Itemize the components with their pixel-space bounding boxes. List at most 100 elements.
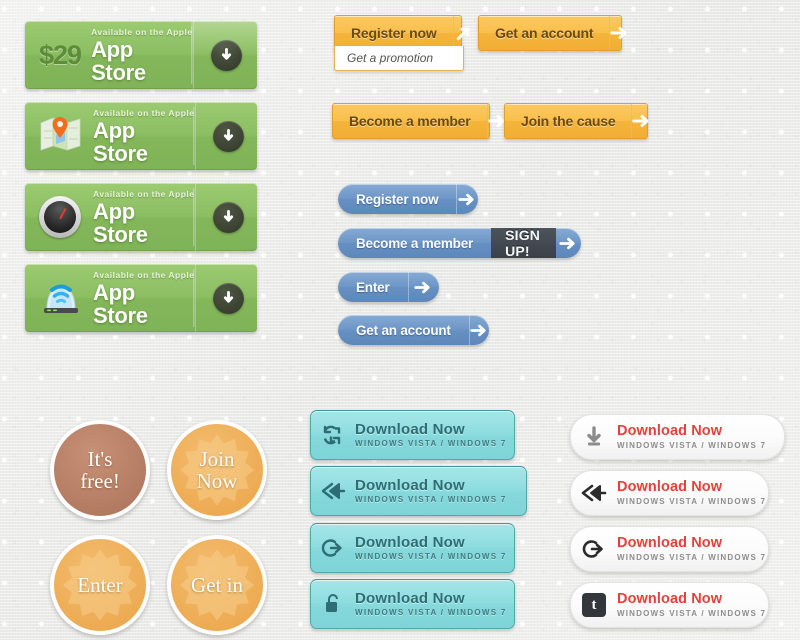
cyan-subtitle: WINDOWS VISTA / WINDOWS 7 xyxy=(355,608,507,617)
exit-arrow-icon xyxy=(311,537,355,559)
arrow-right-icon[interactable] xyxy=(556,228,581,258)
download-arrow-icon[interactable] xyxy=(213,201,245,233)
orange-button-get-an-account[interactable]: Get an account xyxy=(478,15,627,51)
appstore-title: App Store xyxy=(91,36,146,85)
double-arrow-left-icon xyxy=(571,482,617,504)
white-subtitle: WINDOWS VISTA / WINDOWS 7 xyxy=(617,609,767,618)
white-download-button-exit[interactable]: Download Now WINDOWS VISTA / WINDOWS 7 xyxy=(570,526,769,572)
badge-get-in[interactable]: Get in xyxy=(167,535,267,635)
badge-join-now[interactable]: Join Now xyxy=(167,420,267,520)
appstore-title: App Store xyxy=(93,279,148,328)
blue-button-enter[interactable]: Enter xyxy=(338,272,439,302)
white-title: Download Now xyxy=(617,479,723,495)
appstore-content: $29 Available on the Apple App Store xyxy=(25,21,193,89)
appstore-superline: Available on the Apple xyxy=(93,269,195,280)
appstore-superline: Available on the Apple xyxy=(93,107,195,118)
signup-badge[interactable]: SIGN UP! xyxy=(491,228,556,258)
white-download-button-rewind[interactable]: Download Now WINDOWS VISTA / WINDOWS 7 xyxy=(570,470,769,516)
white-title: Download Now xyxy=(617,591,723,607)
tumblr-icon: t xyxy=(571,593,617,617)
orange-button-label: Register now xyxy=(351,25,437,41)
badge-text: Join Now xyxy=(196,447,238,493)
orange-button-label: Become a member xyxy=(349,113,471,129)
blue-button-label: Enter xyxy=(356,279,390,295)
orange-button-become-a-member[interactable]: Become a member xyxy=(332,103,504,139)
badge-text: Get in xyxy=(191,573,243,597)
cyan-title: Download Now xyxy=(355,534,465,551)
appstore-content: Available on the Apple App Store xyxy=(25,183,195,251)
download-arrow-icon[interactable] xyxy=(213,282,245,314)
appstore-text: Available on the Apple App Store xyxy=(91,27,193,84)
arrow-right-icon[interactable] xyxy=(469,315,489,345)
cyan-subtitle: WINDOWS VISTA / WINDOWS 7 xyxy=(355,552,507,561)
appstore-text: Available on the Apple App Store xyxy=(93,270,195,327)
appstore-title: App Store xyxy=(93,117,148,166)
badge-text: Enter xyxy=(77,573,123,597)
speedometer-icon xyxy=(39,194,85,240)
white-download-button-tumblr[interactable]: t Download Now WINDOWS VISTA / WINDOWS 7 xyxy=(570,582,769,628)
badge-its-free[interactable]: It's free! xyxy=(50,420,150,520)
button-showcase-canvas: $29 Available on the Apple App Store Ava… xyxy=(0,0,800,640)
unlock-padlock-icon xyxy=(311,593,355,615)
arrow-right-icon[interactable] xyxy=(408,272,439,302)
cyan-subtitle: WINDOWS VISTA / WINDOWS 7 xyxy=(355,495,507,504)
cyan-title: Download Now xyxy=(355,421,465,438)
orange-dropdown-get-a-promotion[interactable]: Get a promotion xyxy=(334,46,464,71)
cyan-download-button-exit[interactable]: Download Now WINDOWS VISTA / WINDOWS 7 xyxy=(310,523,515,573)
cyan-text: Download Now WINDOWS VISTA / WINDOWS 7 xyxy=(355,534,507,562)
blue-button-label: Become a member xyxy=(356,235,474,251)
badge-enter[interactable]: Enter xyxy=(50,535,150,635)
appstore-download-area[interactable] xyxy=(194,183,262,251)
blue-button-label: Register now xyxy=(356,191,439,207)
download-arrow-icon[interactable] xyxy=(211,39,243,71)
appstore-button-map[interactable]: Available on the Apple App Store xyxy=(25,102,257,170)
appstore-title: App Store xyxy=(93,198,148,247)
appstore-download-area[interactable] xyxy=(194,264,262,332)
arrow-right-icon[interactable] xyxy=(610,16,630,50)
appstore-download-area[interactable] xyxy=(194,102,262,170)
sync-arrows-icon xyxy=(311,424,355,446)
orange-button-join-the-cause[interactable]: Join the cause xyxy=(504,103,649,139)
cyan-download-button-unlock[interactable]: Download Now WINDOWS VISTA / WINDOWS 7 xyxy=(310,579,515,629)
blue-button-label: Get an account xyxy=(356,322,451,338)
appstore-button-speed[interactable]: Available on the Apple App Store xyxy=(25,183,257,251)
white-text: Download Now WINDOWS VISTA / WINDOWS 7 xyxy=(617,423,766,451)
appstore-content: Available on the Apple App Store xyxy=(25,264,195,332)
arrow-right-icon[interactable] xyxy=(632,104,652,138)
appstore-superline: Available on the Apple xyxy=(91,26,193,37)
white-download-button-download[interactable]: Download Now WINDOWS VISTA / WINDOWS 7 xyxy=(570,414,785,460)
appstore-button-wifi[interactable]: Available on the Apple App Store xyxy=(25,264,257,332)
appstore-content: Available on the Apple App Store xyxy=(25,102,195,170)
white-title: Download Now xyxy=(617,535,723,551)
blue-button-register-now[interactable]: Register now xyxy=(338,184,478,214)
white-text: Download Now WINDOWS VISTA / WINDOWS 7 xyxy=(617,535,766,563)
price-label: $29 xyxy=(39,39,82,70)
blue-button-become-a-member[interactable]: Become a member SIGN UP! xyxy=(338,228,581,258)
cyan-download-button-rewind[interactable]: Download Now WINDOWS VISTA / WINDOWS 7 xyxy=(310,466,527,516)
cyan-text: Download Now WINDOWS VISTA / WINDOWS 7 xyxy=(355,421,507,449)
white-subtitle: WINDOWS VISTA / WINDOWS 7 xyxy=(617,441,767,450)
cyan-title: Download Now xyxy=(355,477,465,494)
cyan-subtitle: WINDOWS VISTA / WINDOWS 7 xyxy=(355,439,507,448)
orange-button-label: Join the cause xyxy=(521,113,616,129)
appstore-button-price[interactable]: $29 Available on the Apple App Store xyxy=(25,21,257,89)
cyan-text: Download Now WINDOWS VISTA / WINDOWS 7 xyxy=(355,477,507,505)
cyan-download-button-sync[interactable]: Download Now WINDOWS VISTA / WINDOWS 7 xyxy=(310,410,515,460)
double-arrow-left-icon xyxy=(311,480,355,502)
badge-text: It's free! xyxy=(80,447,120,493)
cyan-title: Download Now xyxy=(355,590,465,607)
white-text: Download Now WINDOWS VISTA / WINDOWS 7 xyxy=(617,479,766,507)
download-arrow-icon xyxy=(571,426,617,448)
appstore-download-area[interactable] xyxy=(192,21,260,89)
arrow-up-right-icon[interactable] xyxy=(454,16,473,50)
appstore-superline: Available on the Apple xyxy=(93,188,195,199)
blue-button-get-an-account[interactable]: Get an account xyxy=(338,315,489,345)
white-subtitle: WINDOWS VISTA / WINDOWS 7 xyxy=(617,497,767,506)
cyan-text: Download Now WINDOWS VISTA / WINDOWS 7 xyxy=(355,590,507,618)
orange-button-label: Get an account xyxy=(495,25,594,41)
arrow-right-icon[interactable] xyxy=(457,184,478,214)
download-arrow-icon[interactable] xyxy=(213,120,245,152)
tumblr-glyph: t xyxy=(582,593,606,617)
appstore-text: Available on the Apple App Store xyxy=(93,189,195,246)
map-pin-icon xyxy=(39,113,85,159)
